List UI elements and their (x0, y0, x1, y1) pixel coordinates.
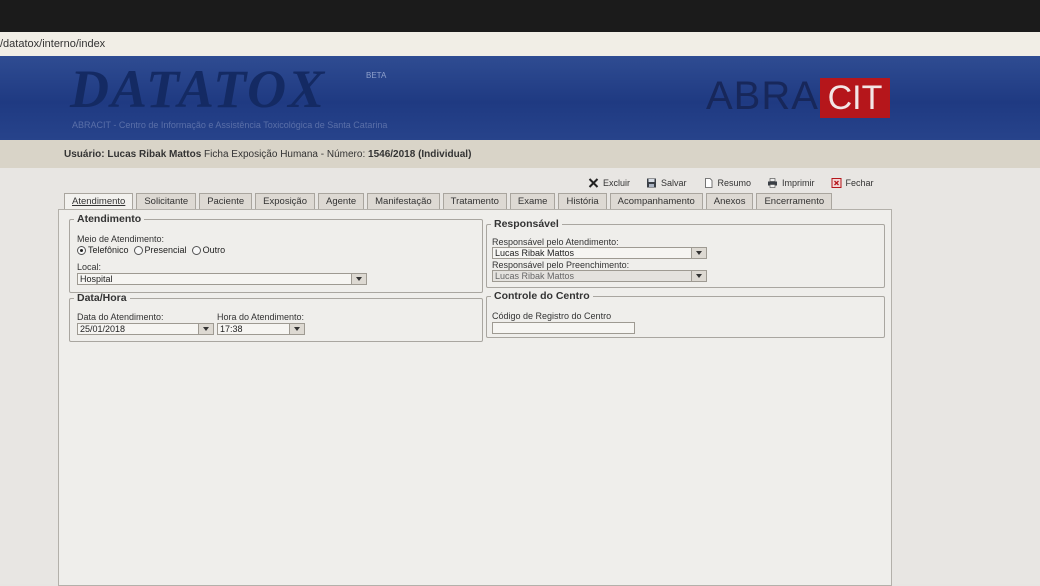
form-description: Ficha Exposição Humana - Número: (204, 149, 366, 160)
document-icon (704, 178, 712, 188)
radio-presencial-label[interactable]: Presencial (145, 245, 187, 255)
tab-tratamento[interactable]: Tratamento (442, 193, 507, 209)
meio-atendimento-label: Meio de Atendimento: (77, 234, 165, 244)
hora-atendimento-input[interactable]: 17:38 (217, 323, 305, 335)
data-atendimento-input[interactable]: 25/01/2018 (77, 323, 214, 335)
local-label: Local: (77, 262, 102, 272)
delete-label: Excluir (603, 178, 631, 188)
tab-bar: Atendimento Solicitante Paciente Exposiç… (64, 193, 833, 209)
delete-button[interactable]: Excluir (588, 178, 630, 188)
summary-button[interactable]: Resumo (703, 178, 752, 188)
address-bar[interactable]: /datatox/interno/index (0, 32, 1040, 57)
chevron-down-icon[interactable] (691, 248, 706, 258)
app-banner: DATATOX BETA ABRACIT - Centro de Informa… (0, 56, 1040, 140)
form-number: 1546/2018 (Individual) (368, 149, 472, 160)
controle-centro-section: Controle do Centro Código de Registro do… (486, 290, 885, 338)
atendimento-title: Atendimento (77, 213, 142, 225)
save-icon (647, 178, 657, 188)
chevron-down-icon[interactable] (351, 274, 366, 284)
abracit-logo-cit: CIT (820, 78, 890, 118)
tab-manifestacao[interactable]: Manifestação (367, 193, 440, 209)
save-button[interactable]: Salvar (646, 178, 687, 188)
data-hora-section: Data/Hora Data do Atendimento: 25/01/201… (69, 292, 483, 342)
tab-historia[interactable]: História (558, 193, 607, 209)
close-icon (831, 178, 842, 188)
hora-atendimento-value: 17:38 (220, 324, 243, 334)
responsavel-preenchimento-value: Lucas Ribak Mattos (495, 271, 575, 281)
tab-solicitante[interactable]: Solicitante (136, 193, 197, 209)
controle-centro-title: Controle do Centro (494, 290, 590, 302)
abracit-logo-abra: ABRA (706, 74, 819, 118)
radio-outro[interactable] (191, 245, 201, 255)
user-label: Usuário: (64, 149, 105, 160)
responsavel-atendimento-value: Lucas Ribak Mattos (495, 248, 575, 258)
atendimento-section: Atendimento Meio de Atendimento: Telefôn… (69, 213, 483, 293)
user-info-bar: Usuário: Lucas Ribak Mattos Ficha Exposi… (0, 140, 1040, 169)
responsavel-preenchimento-label: Responsável pelo Preenchimento: (492, 260, 630, 270)
data-atendimento-label: Data do Atendimento: (77, 312, 164, 322)
radio-presencial[interactable] (133, 245, 143, 255)
local-value: Hospital (80, 274, 113, 284)
save-label: Salvar (661, 178, 687, 188)
radio-telefonico-label[interactable]: Telefônico (88, 245, 129, 255)
printer-icon (768, 178, 778, 188)
tab-acompanhamento[interactable]: Acompanhamento (609, 193, 703, 209)
responsavel-section: Responsável Responsável pelo Atendimento… (486, 218, 885, 288)
chevron-down-icon[interactable] (198, 324, 213, 334)
radio-outro-label[interactable]: Outro (203, 245, 226, 255)
chevron-down-icon (691, 271, 706, 281)
hora-atendimento-label: Hora do Atendimento: (217, 312, 305, 322)
datatox-logo: DATATOX (70, 59, 327, 119)
print-label: Imprimir (782, 178, 815, 188)
responsavel-atendimento-select[interactable]: Lucas Ribak Mattos (492, 247, 707, 259)
tab-anexos[interactable]: Anexos (705, 193, 754, 209)
responsavel-atendimento-label: Responsável pelo Atendimento: (492, 237, 619, 247)
responsavel-title: Responsável (494, 218, 559, 230)
banner-tagline: ABRACIT - Centro de Informação e Assistê… (72, 120, 388, 130)
print-button[interactable]: Imprimir (767, 178, 815, 188)
user-name: Lucas Ribak Mattos (107, 149, 202, 160)
close-label: Fechar (845, 178, 874, 188)
monitor-bezel (0, 0, 1040, 32)
tab-agente[interactable]: Agente (318, 193, 365, 209)
tab-encerramento[interactable]: Encerramento (756, 193, 833, 209)
chevron-down-icon[interactable] (289, 324, 304, 334)
tab-paciente[interactable]: Paciente (199, 193, 253, 209)
local-select[interactable]: Hospital (77, 273, 367, 285)
radio-telefonico[interactable] (77, 245, 86, 255)
data-hora-title: Data/Hora (77, 292, 127, 304)
delete-icon (588, 178, 599, 188)
url-text[interactable]: /datatox/interno/index (0, 38, 105, 50)
tab-exposicao[interactable]: Exposição (255, 193, 316, 209)
toolbar: Excluir Salvar Resumo Imprimir Fechar (588, 176, 874, 190)
codigo-registro-label: Código de Registro do Centro (492, 311, 612, 321)
data-atendimento-value: 25/01/2018 (80, 324, 126, 334)
meio-atendimento-radios: Telefônico Presencial Outro (77, 245, 228, 255)
beta-badge: BETA (366, 71, 387, 80)
user-info: Usuário: Lucas Ribak Mattos Ficha Exposi… (64, 149, 471, 160)
codigo-registro-input[interactable] (492, 322, 635, 334)
tab-exame[interactable]: Exame (509, 193, 556, 209)
responsavel-preenchimento-select: Lucas Ribak Mattos (492, 270, 707, 282)
summary-label: Resumo (717, 178, 752, 188)
close-button[interactable]: Fechar (831, 178, 874, 188)
tab-atendimento[interactable]: Atendimento (64, 193, 134, 209)
tab-panel: Atendimento Meio de Atendimento: Telefôn… (58, 209, 892, 586)
